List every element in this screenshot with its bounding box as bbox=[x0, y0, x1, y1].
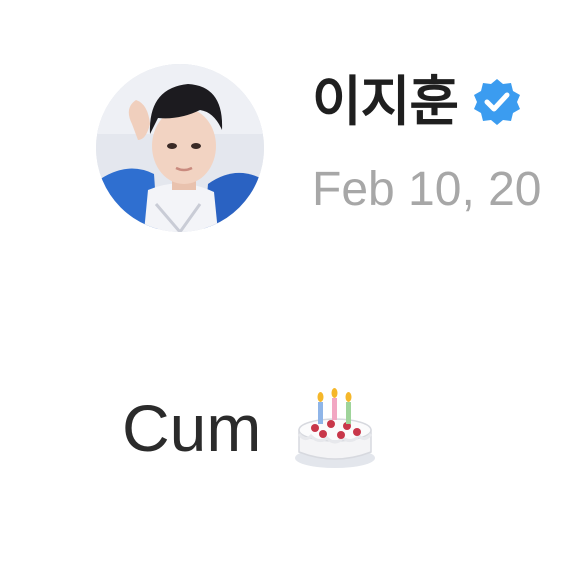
avatar[interactable] bbox=[96, 64, 264, 232]
author-name-row: 이지훈 bbox=[312, 70, 522, 134]
author-display-name[interactable]: 이지훈 bbox=[312, 70, 459, 134]
post-text: Cum bbox=[122, 391, 262, 465]
post-body: Cum bbox=[122, 384, 379, 472]
post-date[interactable]: Feb 10, 20 bbox=[312, 162, 542, 218]
post-card: 이지훈 Feb 10, 20 Cum bbox=[0, 0, 580, 580]
birthday-cake-icon bbox=[291, 384, 379, 472]
verified-badge-icon bbox=[472, 77, 522, 127]
